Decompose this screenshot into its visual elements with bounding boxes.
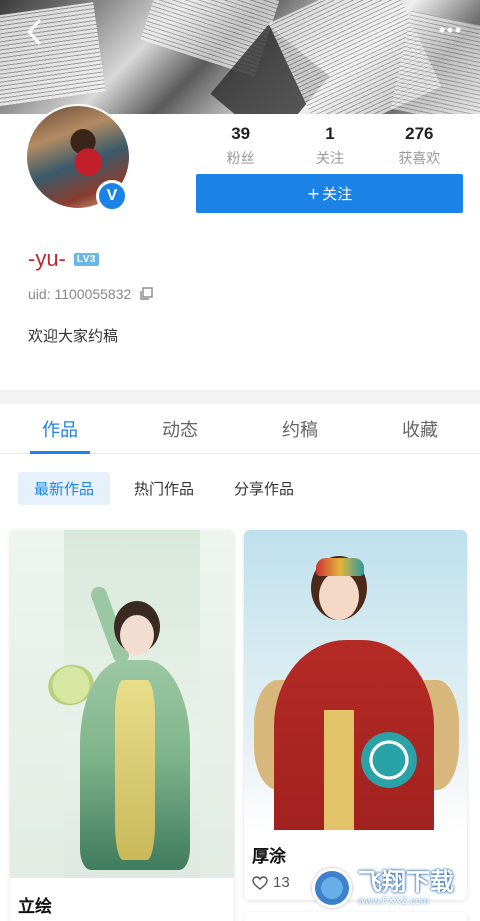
work-card[interactable]: 厚涂 13 (244, 530, 467, 900)
more-dots-icon (439, 27, 461, 33)
work-title: 厚涂 (252, 847, 286, 867)
username: -yu- LV3 (28, 246, 99, 272)
follow-button[interactable]: + 关注 (196, 174, 463, 213)
watermark-icon (312, 868, 352, 908)
stat-label: 获喜欢 (398, 151, 441, 167)
stat-number: 276 (405, 124, 434, 143)
stats-row: 39 粉丝 1 关注 276 获喜欢 (196, 124, 464, 168)
stat-label: 关注 (315, 151, 344, 167)
cover-texture (0, 2, 106, 108)
filter-popular[interactable]: 热门作品 (118, 472, 210, 505)
back-button[interactable] (18, 16, 50, 48)
work-image-part (354, 730, 424, 790)
works-filter: 最新作品 热门作品 分享作品 (18, 472, 310, 505)
work-image-part (120, 615, 154, 655)
bio: 欢迎大家约稿 (28, 327, 119, 345)
filter-shared[interactable]: 分享作品 (218, 472, 310, 505)
stat-number: 1 (325, 124, 335, 143)
username-text: -yu- (28, 246, 66, 271)
level-badge: LV3 (73, 252, 99, 266)
work-image (10, 530, 234, 878)
plus-icon: + (306, 184, 321, 203)
follow-label: 关注 (322, 185, 353, 203)
tab-commission[interactable]: 约稿 (240, 404, 360, 453)
verified-badge-icon: V (96, 180, 128, 212)
watermark-sub: www.FXXZ.com (358, 895, 430, 907)
content-tabs: 作品 动态 约稿 收藏 (0, 404, 480, 454)
watermark-logo: 飞翔下载 www.FXXZ.com (312, 860, 472, 916)
tab-favorites[interactable]: 收藏 (360, 404, 480, 453)
work-image-part (324, 710, 354, 830)
filter-latest[interactable]: 最新作品 (18, 472, 111, 505)
work-title: 立绘 (18, 897, 52, 917)
uid-row: uid: 1100055832 (28, 286, 153, 302)
tab-activity[interactable]: 动态 (120, 404, 240, 453)
watermark-text-block: 飞翔下载 www.FXXZ.com (358, 870, 454, 907)
work-image (244, 530, 467, 830)
work-image-part (115, 680, 155, 860)
watermark-text: 飞翔下载 (358, 867, 454, 896)
heart-icon (252, 875, 268, 890)
more-button[interactable] (434, 18, 466, 42)
uid-text: uid: 1100055832 (28, 286, 132, 302)
section-divider (0, 390, 480, 404)
copy-icon[interactable] (139, 287, 153, 301)
stat-following[interactable]: 1 关注 (285, 124, 374, 168)
like-count[interactable]: 13 (252, 874, 290, 891)
like-count-text: 13 (273, 874, 290, 891)
back-arrow-icon (27, 19, 41, 45)
stat-fans[interactable]: 39 粉丝 (196, 124, 285, 168)
stat-label: 粉丝 (226, 151, 255, 167)
work-image-part (316, 558, 364, 576)
cover-image (0, 0, 480, 114)
stat-number: 39 (231, 124, 251, 143)
work-image-part (319, 572, 359, 620)
work-card[interactable]: 立绘 (10, 530, 234, 921)
tab-works[interactable]: 作品 (0, 404, 120, 454)
stat-likes[interactable]: 276 获喜欢 (375, 124, 464, 168)
